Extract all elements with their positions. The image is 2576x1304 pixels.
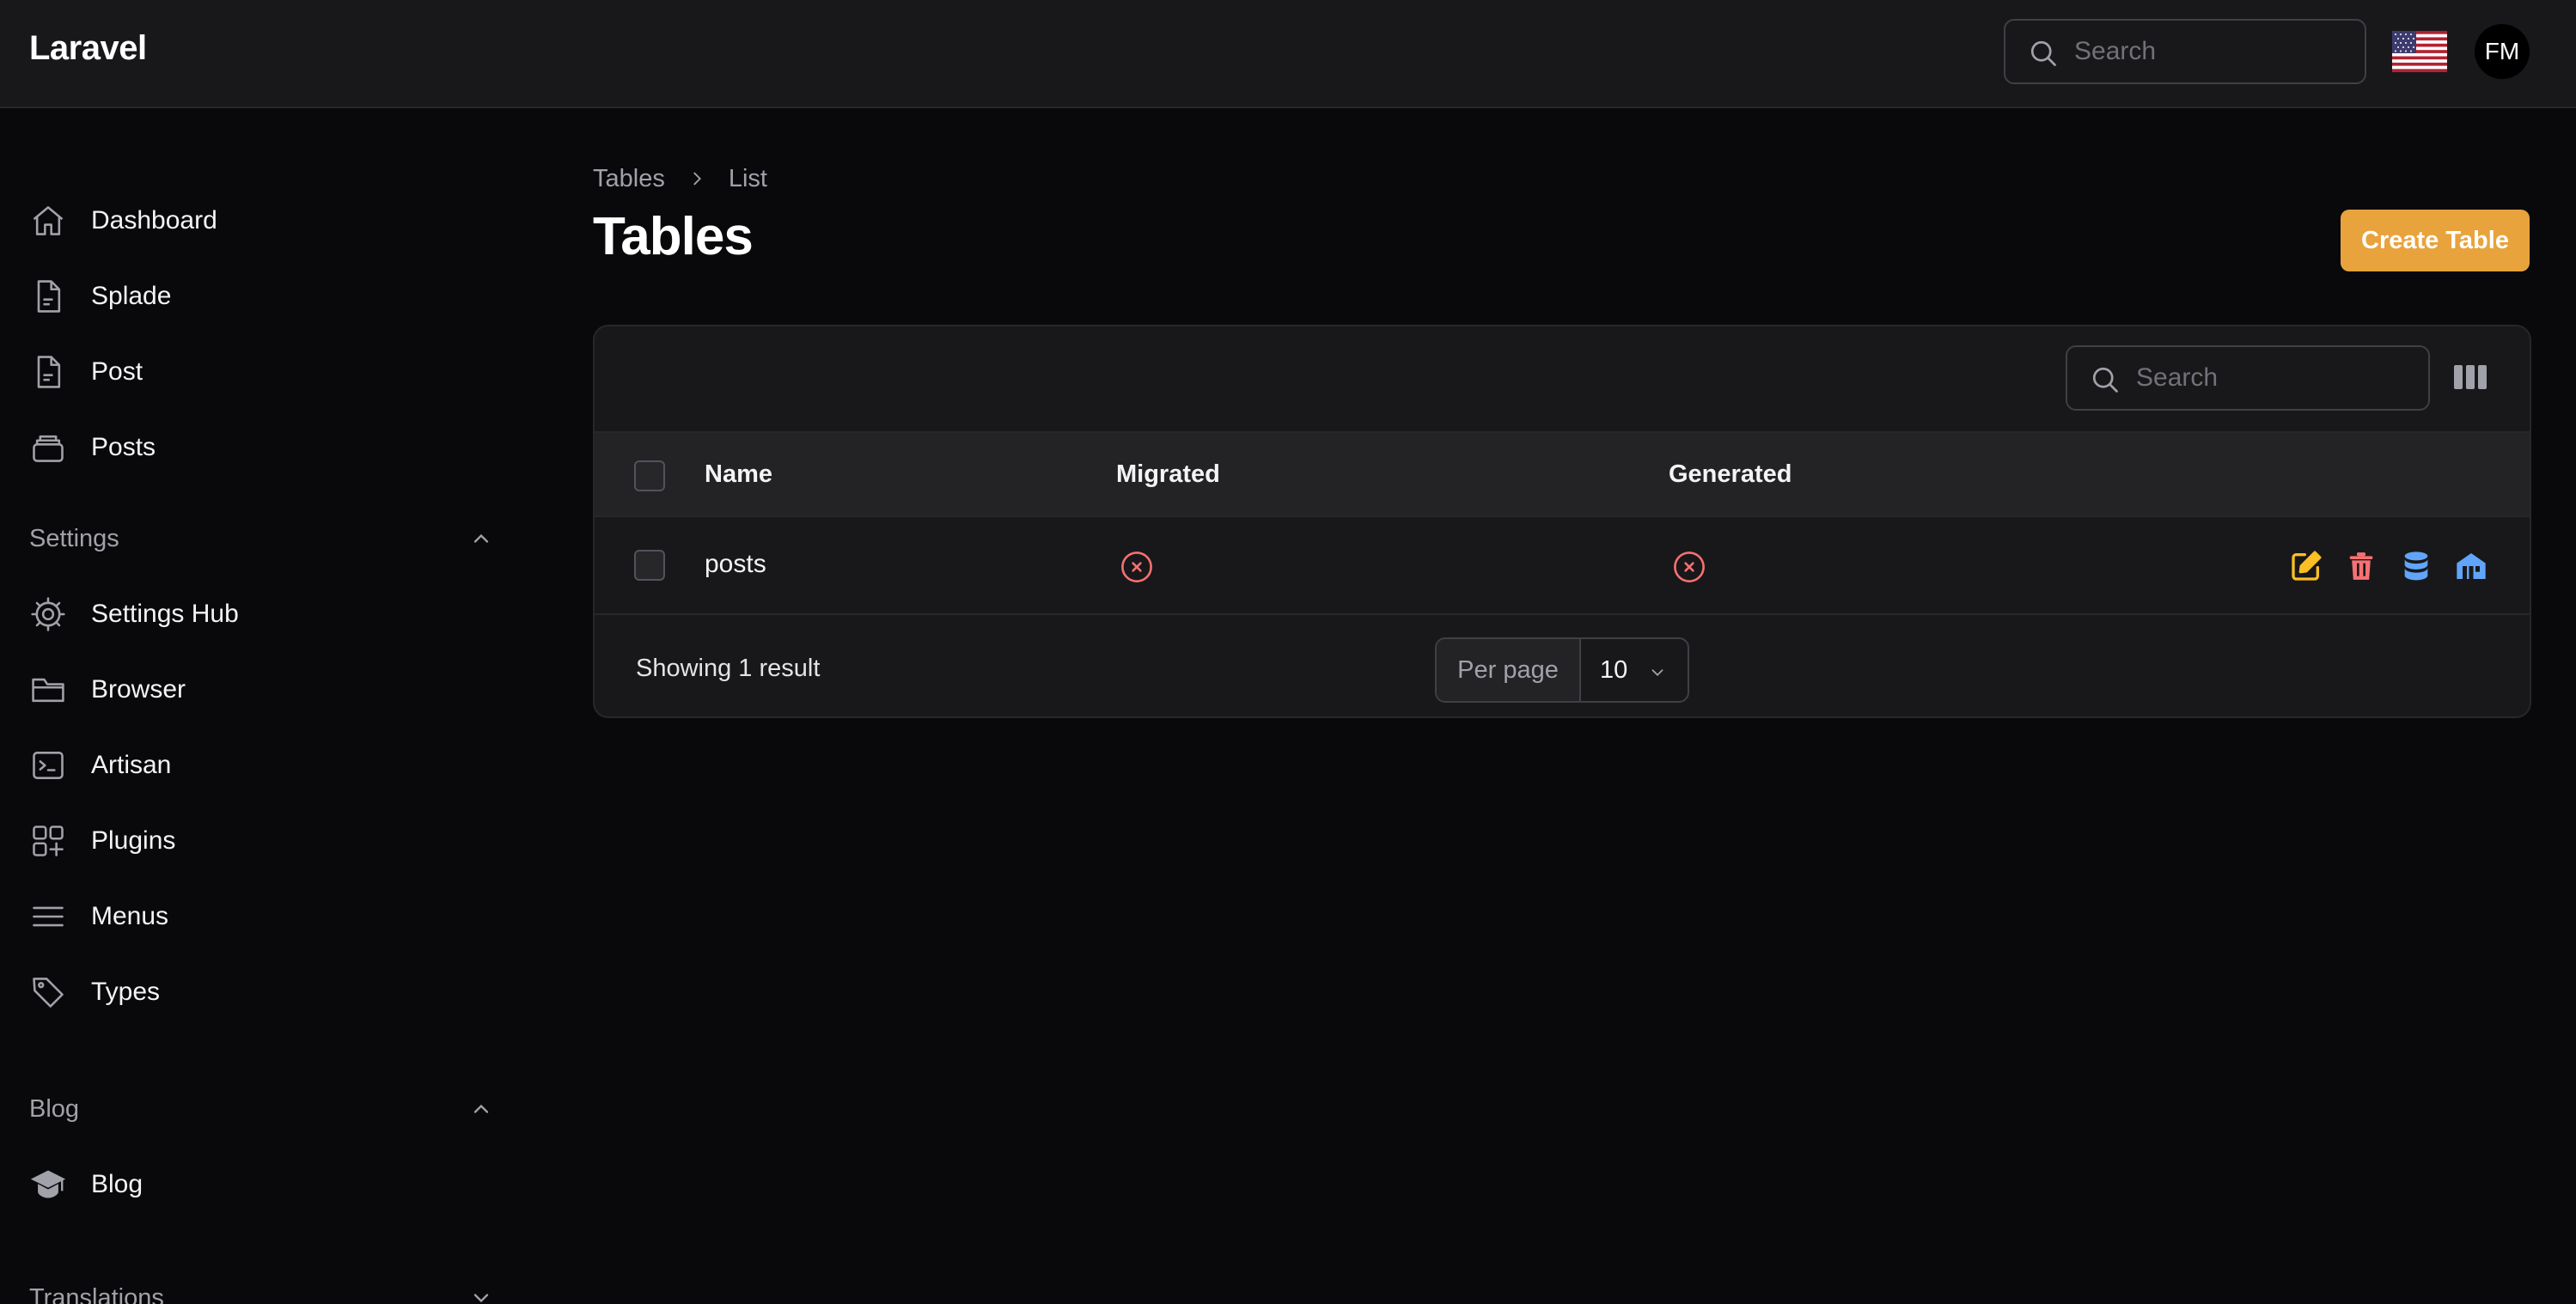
sidebar-item-blog[interactable]: Blog	[29, 1159, 493, 1210]
columns-toggle-icon[interactable]	[2454, 363, 2487, 392]
home-icon	[29, 202, 67, 240]
sidebar-item-splade[interactable]: Splade	[29, 271, 493, 322]
sidebar-item-label: Post	[91, 357, 143, 386]
sidebar-item-label: Posts	[91, 433, 156, 461]
breadcrumb: Tables List	[593, 161, 767, 196]
sidebar-item-artisan[interactable]: Artisan	[29, 740, 493, 791]
table-row: posts	[595, 517, 2530, 615]
sidebar-item-plugins[interactable]: Plugins	[29, 815, 493, 867]
trash-icon[interactable]	[2344, 549, 2378, 583]
x-circle-icon	[1119, 549, 1155, 585]
squares-plus-icon	[29, 822, 67, 860]
sidebar-item-label: Plugins	[91, 826, 176, 855]
us-flag-icon[interactable]	[2392, 31, 2447, 72]
chevron-down-icon	[1648, 663, 1667, 682]
sidebar-item-post[interactable]: Post	[29, 346, 493, 398]
database-icon[interactable]	[2399, 549, 2433, 583]
cog-icon	[29, 595, 67, 633]
create-table-button[interactable]: Create Table	[2341, 210, 2530, 271]
per-page-value: 10	[1600, 655, 1628, 684]
sidebar: Dashboard Splade Post Posts Settings Set…	[0, 110, 516, 1304]
chevron-up-icon	[469, 527, 493, 551]
folder-icon	[29, 671, 67, 709]
sidebar-item-label: Browser	[91, 675, 186, 704]
sidebar-item-label: Splade	[91, 282, 172, 310]
bars-icon	[29, 898, 67, 935]
document-icon	[29, 353, 67, 391]
stack-icon	[29, 429, 67, 466]
chevron-right-icon	[687, 169, 706, 188]
row-checkbox[interactable]	[634, 550, 665, 581]
sidebar-item-label: Artisan	[91, 751, 172, 779]
blog-section-toggle[interactable]: Blog	[29, 1088, 493, 1130]
sidebar-item-types[interactable]: Types	[29, 966, 493, 1018]
table-footer: Showing 1 result Per page 10	[595, 617, 2530, 716]
table-header: Name Migrated Generated	[595, 431, 2530, 517]
column-header-name[interactable]: Name	[705, 460, 772, 489]
per-page-label: Per page	[1437, 639, 1581, 701]
search-icon	[2090, 364, 2121, 395]
settings-section-toggle[interactable]: Settings	[29, 517, 493, 560]
tables-card: Name Migrated Generated posts Showing 1 …	[593, 325, 2531, 718]
tag-icon	[29, 973, 67, 1011]
sidebar-item-menus[interactable]: Menus	[29, 891, 493, 942]
select-all-checkbox[interactable]	[634, 460, 665, 491]
column-header-migrated[interactable]: Migrated	[1116, 460, 1220, 489]
table-search[interactable]	[2066, 345, 2430, 411]
section-title: Blog	[29, 1094, 80, 1123]
user-avatar[interactable]: FM	[2475, 24, 2530, 79]
chevron-down-icon	[469, 1286, 493, 1304]
section-title: Settings	[29, 524, 119, 552]
row-name: posts	[705, 550, 766, 578]
search-icon	[2028, 38, 2059, 69]
top-bar: Laravel FM	[0, 0, 2576, 108]
sidebar-item-label: Blog	[91, 1170, 143, 1198]
per-page-select[interactable]: 10	[1581, 639, 1688, 701]
sidebar-item-settings-hub[interactable]: Settings Hub	[29, 588, 493, 640]
sidebar-item-label: Menus	[91, 902, 169, 930]
sidebar-item-posts[interactable]: Posts	[29, 422, 493, 473]
page-title: Tables	[593, 207, 754, 266]
sidebar-item-label: Dashboard	[91, 206, 217, 235]
academic-cap-icon	[29, 1166, 67, 1203]
chevron-up-icon	[469, 1097, 493, 1121]
edit-icon[interactable]	[2289, 549, 2323, 583]
breadcrumb-item-tables[interactable]: Tables	[593, 165, 665, 193]
results-count: Showing 1 result	[636, 655, 821, 682]
sidebar-item-label: Settings Hub	[91, 600, 239, 628]
x-circle-icon	[1671, 549, 1707, 585]
global-search-input[interactable]	[2074, 21, 2349, 82]
breadcrumb-item-list: List	[728, 164, 767, 192]
terminal-icon	[29, 746, 67, 784]
column-header-generated[interactable]: Generated	[1669, 460, 1792, 489]
document-icon	[29, 277, 67, 315]
building-icon[interactable]	[2454, 549, 2488, 583]
brand-logo[interactable]: Laravel	[29, 29, 147, 68]
global-search[interactable]	[2004, 19, 2366, 84]
table-search-input[interactable]	[2136, 347, 2411, 409]
sidebar-item-browser[interactable]: Browser	[29, 664, 493, 716]
per-page-control: Per page 10	[1435, 637, 1689, 703]
sidebar-item-dashboard[interactable]: Dashboard	[29, 195, 493, 247]
translations-section-toggle[interactable]: Translations	[29, 1277, 493, 1304]
sidebar-item-label: Types	[91, 978, 161, 1006]
section-title: Translations	[29, 1283, 164, 1304]
